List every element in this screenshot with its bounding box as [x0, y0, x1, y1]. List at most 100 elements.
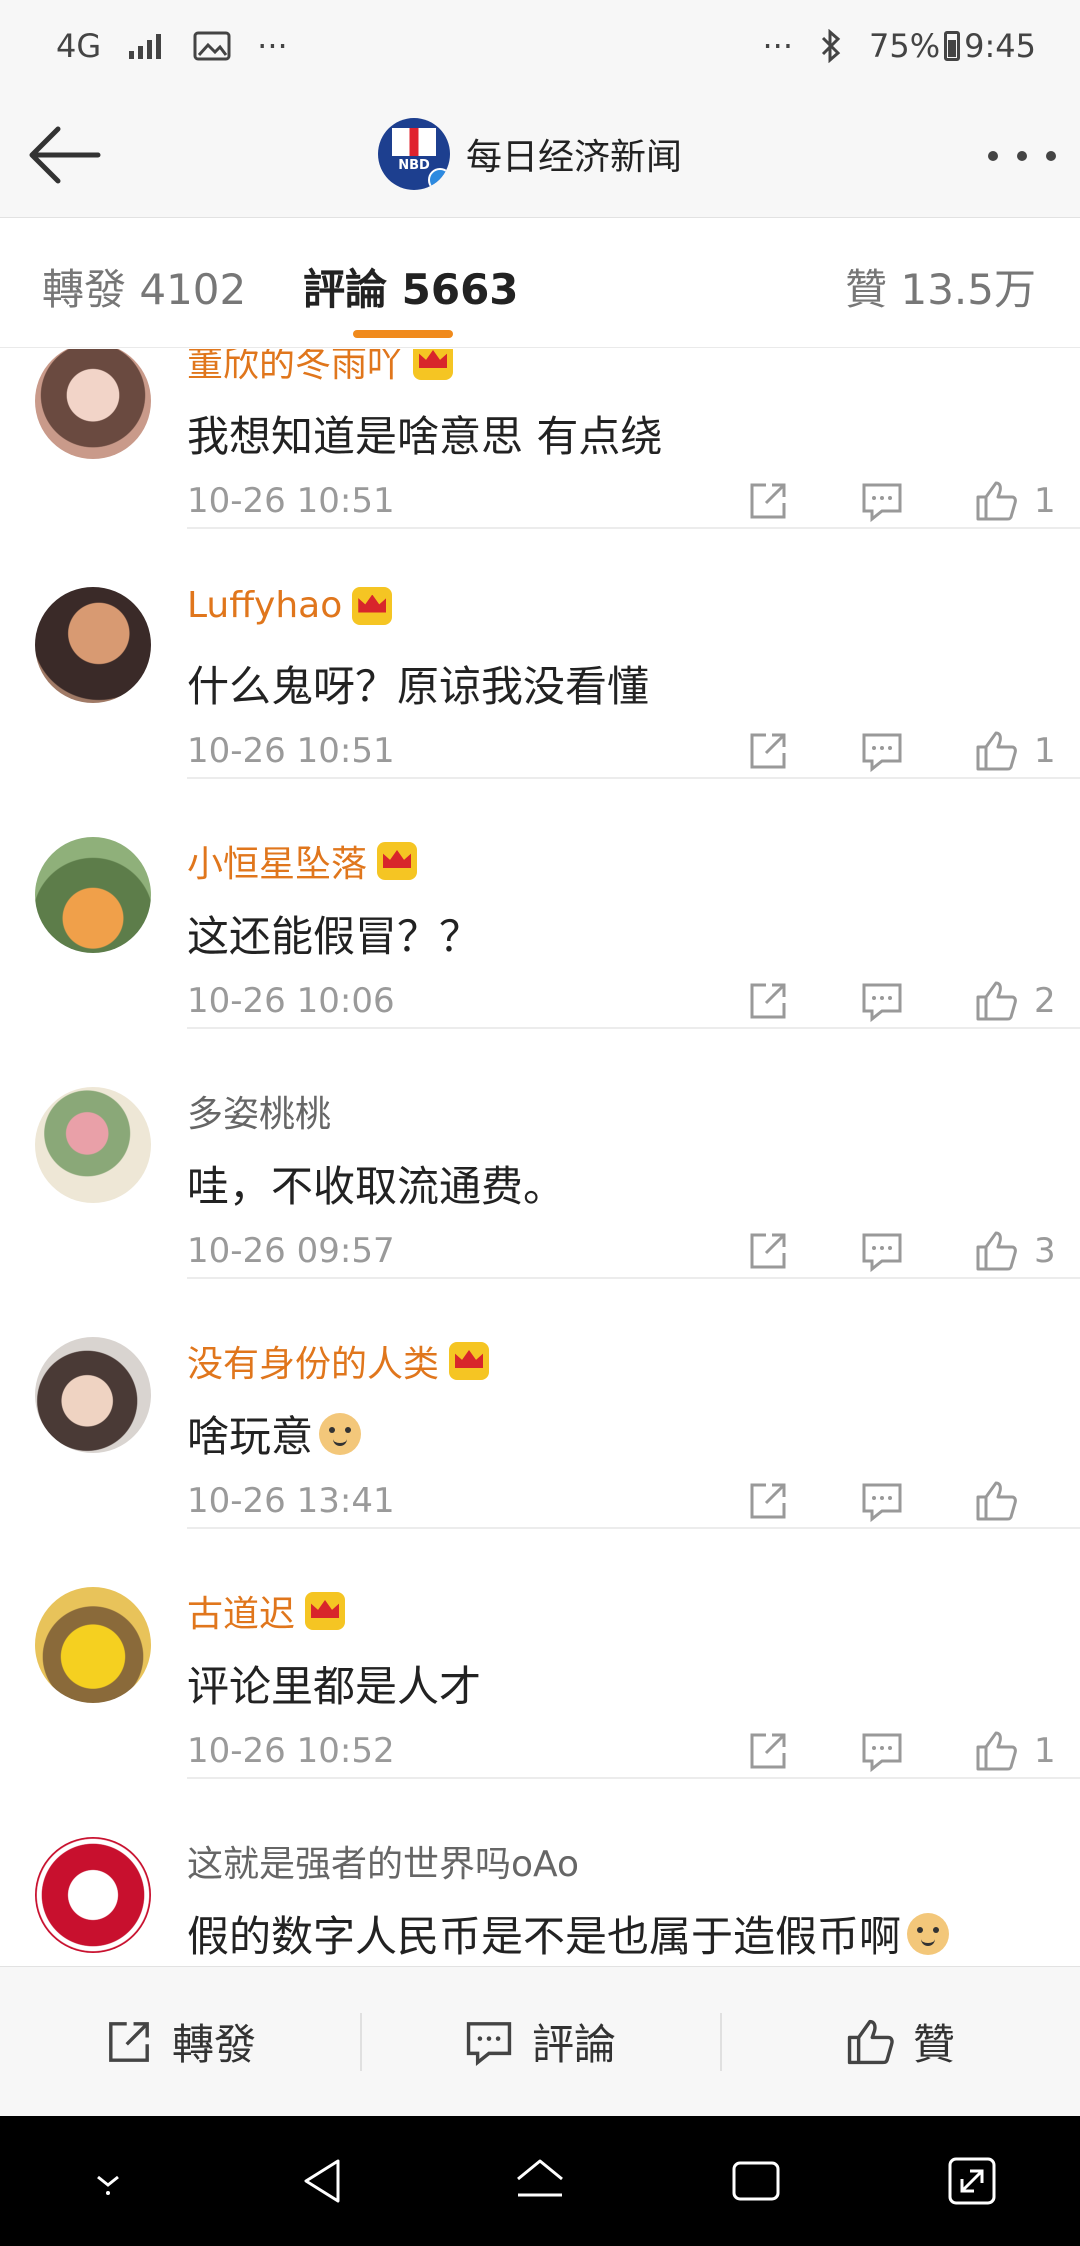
hide-keyboard-icon[interactable]	[76, 2149, 140, 2213]
like-icon[interactable]	[974, 729, 1018, 773]
comment-item: 小恒星坠落 这还能假冒？？ 10-26 10:06 2	[0, 779, 1080, 1029]
share-icon[interactable]	[746, 979, 790, 1023]
comment-item: 这就是强者的世界吗oAo 假的数字人民币是不是也属于造假币啊	[0, 1779, 1080, 1966]
comment-icon[interactable]	[860, 1479, 904, 1523]
bluetooth-icon	[821, 29, 841, 63]
comment-list[interactable]: 董欣的冬雨吖 我想知道是啥意思 有点绕 10-26 10:51 1 Luffyh…	[0, 349, 1080, 1966]
dog-emoji-icon	[319, 1412, 362, 1455]
comment-author[interactable]: 这就是强者的世界吗oAo	[187, 1835, 579, 1887]
crown-icon	[449, 1342, 490, 1380]
share-icon	[109, 2021, 149, 2062]
comment-icon[interactable]	[860, 979, 904, 1023]
battery-percent: 75%	[869, 27, 941, 65]
crown-icon	[413, 349, 454, 380]
like-label: 贊	[912, 2020, 955, 2069]
avatar[interactable]	[35, 1837, 151, 1953]
avatar[interactable]	[35, 1337, 151, 1453]
header: NBD 每日经济新闻	[0, 92, 1080, 218]
share-icon[interactable]	[746, 729, 790, 773]
back-nav-icon[interactable]	[292, 2149, 356, 2213]
comment-author[interactable]: 古道迟	[187, 1585, 346, 1637]
comment-item: 没有身份的人类 啥玩意 10-26 13:41	[0, 1279, 1080, 1529]
comment-label: 評論	[531, 2020, 616, 2069]
like-count: 1	[1034, 481, 1056, 521]
comment-text: 评论里都是人才	[187, 1662, 482, 1711]
status-dots-left: ···	[257, 27, 288, 65]
comment-actions: 3	[676, 1221, 1058, 1281]
like-icon[interactable]	[974, 479, 1018, 523]
comment-item: 多姿桃桃 哇，不收取流通费。 10-26 09:57 3	[0, 1029, 1080, 1279]
tab-repost[interactable]: 轉發 4102	[42, 256, 246, 317]
crown-icon	[305, 1592, 346, 1630]
comment-icon[interactable]	[860, 479, 904, 523]
avatar[interactable]	[35, 837, 151, 953]
share-icon[interactable]	[746, 1479, 790, 1523]
comment-text: 啥玩意	[187, 1403, 362, 1464]
more-icon	[988, 151, 998, 161]
comment-author[interactable]: 多姿桃桃	[187, 1085, 331, 1137]
system-nav-bar	[0, 2116, 1080, 2246]
rotate-screen-icon[interactable]	[940, 2149, 1004, 2213]
battery-icon	[944, 31, 961, 61]
comment-icon[interactable]	[860, 1229, 904, 1273]
home-nav-icon[interactable]	[508, 2149, 572, 2213]
verified-badge-icon	[428, 168, 450, 190]
comment-icon[interactable]	[860, 1729, 904, 1773]
comment-item: 古道迟 评论里都是人才 10-26 10:52 1	[0, 1529, 1080, 1779]
avatar[interactable]	[35, 349, 151, 459]
like-icon	[847, 2019, 894, 2064]
comment-actions: 1	[676, 721, 1058, 781]
share-icon[interactable]	[746, 1229, 790, 1273]
tab-comments[interactable]: 評論 5663	[303, 256, 519, 317]
like-icon[interactable]	[974, 979, 1018, 1023]
more-button[interactable]	[988, 136, 1056, 176]
repost-button[interactable]: 轉發	[0, 1967, 360, 2116]
comment-text: 假的数字人民币是不是也属于造假币啊	[187, 1903, 950, 1964]
comment-text: 哇，不收取流通费。	[187, 1162, 566, 1211]
comment-text: 我想知道是啥意思 有点绕	[187, 412, 663, 461]
share-icon[interactable]	[746, 1729, 790, 1773]
share-icon[interactable]	[746, 479, 790, 523]
status-right: ··· 75% 9:45	[763, 27, 1037, 65]
comment-button[interactable]: 評論	[360, 1967, 720, 2116]
comment-time: 10-26 13:41	[187, 1481, 395, 1521]
tab-indicator	[353, 330, 453, 338]
comment-text: 这还能假冒？？	[187, 912, 482, 961]
status-left: 4G ···	[56, 27, 288, 65]
comment-time: 10-26 10:51	[187, 731, 395, 771]
recents-nav-icon[interactable]	[724, 2149, 788, 2213]
dog-emoji-icon	[907, 1912, 950, 1955]
comment-time: 10-26 10:51	[187, 481, 395, 521]
network-indicator: 4G	[56, 27, 102, 65]
avatar[interactable]	[35, 587, 151, 703]
bottom-action-bar: 轉發 評論 贊	[0, 1966, 1080, 2116]
back-button[interactable]	[24, 120, 104, 190]
header-title-group[interactable]: NBD 每日经济新闻	[378, 114, 682, 194]
comment-item: 董欣的冬雨吖 我想知道是啥意思 有点绕 10-26 10:51 1	[0, 349, 1080, 529]
image-icon	[193, 31, 231, 61]
comment-author[interactable]: 小恒星坠落	[187, 835, 418, 887]
comment-author[interactable]: 董欣的冬雨吖	[187, 349, 454, 387]
like-button[interactable]: 贊	[720, 1967, 1080, 2116]
like-icon[interactable]	[974, 1479, 1018, 1523]
repost-label: 轉發	[171, 2020, 256, 2069]
like-icon[interactable]	[974, 1229, 1018, 1273]
comment-icon[interactable]	[860, 729, 904, 773]
comment-author[interactable]: 没有身份的人类	[187, 1335, 490, 1387]
comment-time: 10-26 10:52	[187, 1731, 395, 1771]
nbd-logo: NBD	[378, 118, 450, 190]
avatar[interactable]	[35, 1087, 151, 1203]
like-icon[interactable]	[974, 1729, 1018, 1773]
comment-time: 10-26 10:06	[187, 981, 395, 1021]
crown-icon	[352, 586, 393, 625]
crown-icon	[377, 842, 418, 880]
avatar[interactable]	[35, 1587, 151, 1703]
comment-actions: 2	[676, 971, 1058, 1031]
like-count: 1	[1034, 731, 1056, 771]
status-dots-right: ···	[762, 27, 794, 65]
status-bar: 4G ··· ··· 75% 9:45	[0, 0, 1080, 92]
comment-time: 10-26 09:57	[187, 1231, 395, 1271]
tab-likes[interactable]: 贊 13.5万	[845, 256, 1036, 317]
like-count: 3	[1034, 1231, 1056, 1271]
comment-author[interactable]: Luffyhao	[187, 585, 393, 626]
